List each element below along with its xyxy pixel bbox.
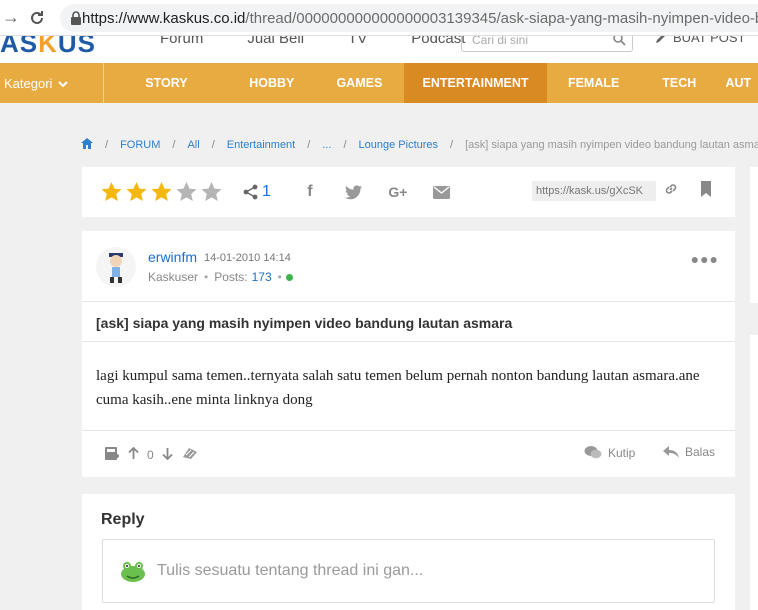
url-path: /thread/000000000000000003139345/ask-sia… xyxy=(245,9,758,27)
cendol-icon[interactable] xyxy=(181,446,199,463)
facebook-icon[interactable]: f xyxy=(301,183,319,201)
buat-post-button[interactable]: BUAT POST xyxy=(655,36,745,45)
star-filled-icon[interactable] xyxy=(100,181,123,203)
google-plus-icon[interactable]: G+ xyxy=(388,183,407,201)
share-count[interactable]: 1 xyxy=(243,183,271,201)
search-input[interactable]: Cari di sini xyxy=(461,36,633,52)
link-icon[interactable] xyxy=(664,182,678,201)
reload-icon[interactable] xyxy=(22,0,52,36)
bookmark-icon[interactable] xyxy=(700,181,712,202)
post-date: 14-01-2010 14:14 xyxy=(204,252,291,264)
frog-avatar-icon xyxy=(119,557,147,585)
nav-tv[interactable]: TV xyxy=(348,36,367,47)
category-hobby[interactable]: HOBBY xyxy=(228,63,315,103)
category-auto[interactable]: AUT xyxy=(719,63,758,103)
lock-icon xyxy=(70,11,82,25)
rating-stars[interactable] xyxy=(100,181,223,203)
post-body: lagi kumpul sama temen..ternyata salah s… xyxy=(96,368,700,408)
kategori-dropdown[interactable]: Kategori xyxy=(0,63,105,103)
share-icon xyxy=(243,184,258,200)
site-header: ASKUS Forum Jual Beli TV Podcast Cari di… xyxy=(0,36,758,63)
home-icon[interactable] xyxy=(81,138,93,152)
star-empty-icon[interactable] xyxy=(200,181,223,203)
breadcrumb-current: [ask] siapa yang masih nyimpen video ban… xyxy=(465,139,758,151)
short-url-field[interactable]: https://kask.us/gXcSK xyxy=(532,181,656,201)
vote-controls: 0 xyxy=(104,445,199,464)
thread-post: erwinfm 14-01-2010 14:14 Kaskuser • Post… xyxy=(82,231,735,477)
top-nav: Forum Jual Beli TV Podcast xyxy=(160,36,509,47)
thread-share-bar: 1 f G+ https://kask.us/gXcSK xyxy=(82,167,735,217)
chevron-down-icon xyxy=(58,76,69,91)
search-icon[interactable] xyxy=(613,36,626,49)
category-entertainment[interactable]: ENTERTAINMENT xyxy=(403,63,548,103)
category-games[interactable]: GAMES xyxy=(315,63,404,103)
breadcrumb-forum[interactable]: FORUM xyxy=(120,139,160,151)
twitter-icon[interactable] xyxy=(344,183,363,201)
upvote-icon[interactable] xyxy=(128,446,139,463)
online-status-icon xyxy=(285,273,293,281)
posts-count[interactable]: 173 xyxy=(252,270,272,284)
category-nav: Kategori STORY HOBBY GAMES ENTERTAINMENT… xyxy=(0,63,758,103)
breadcrumb-entertainment[interactable]: Entertainment xyxy=(227,139,295,151)
social-share: f G+ xyxy=(301,183,451,201)
gift-icon[interactable] xyxy=(104,445,120,464)
browser-toolbar: → https://www.kaskus.co.id/thread/000000… xyxy=(0,0,758,36)
breadcrumb: / FORUM / All / Entertainment / ... / Lo… xyxy=(81,137,758,153)
url-host: https://www.kaskus.co.id xyxy=(82,9,246,27)
downvote-icon[interactable] xyxy=(162,447,173,463)
star-filled-icon[interactable] xyxy=(150,181,173,203)
sidebar-card xyxy=(750,167,758,303)
divider xyxy=(82,301,735,302)
email-icon[interactable] xyxy=(433,183,451,201)
pencil-icon xyxy=(656,36,665,43)
kutip-button[interactable]: Kutip xyxy=(584,445,635,460)
breadcrumb-lounge-pictures[interactable]: Lounge Pictures xyxy=(359,139,439,151)
reply-input[interactable]: Tulis sesuatu tentang thread ini gan... xyxy=(102,539,715,603)
posts-label: Posts: xyxy=(214,270,248,284)
address-bar[interactable]: https://www.kaskus.co.id/thread/00000000… xyxy=(60,4,758,32)
vote-count: 0 xyxy=(147,447,154,462)
more-options-icon[interactable]: ●●● xyxy=(691,251,719,267)
sidebar-card xyxy=(750,335,758,610)
breadcrumb-all[interactable]: All xyxy=(187,139,199,151)
user-meta: Kaskuser • Posts: 173 • xyxy=(148,270,293,284)
category-tech[interactable]: TECH xyxy=(640,63,719,103)
category-female[interactable]: FEMALE xyxy=(547,63,640,103)
kaskus-logo[interactable]: ASKUS xyxy=(0,36,96,59)
nav-forum[interactable]: Forum xyxy=(160,36,203,47)
category-story[interactable]: STORY xyxy=(104,63,228,103)
nav-jual-beli[interactable]: Jual Beli xyxy=(247,36,304,47)
avatar[interactable] xyxy=(96,247,136,287)
reply-heading: Reply xyxy=(101,511,145,528)
quote-icon xyxy=(584,446,602,459)
balas-button[interactable]: Balas xyxy=(663,445,715,459)
star-empty-icon[interactable] xyxy=(175,181,198,203)
divider xyxy=(82,341,735,342)
breadcrumb-ellipsis[interactable]: ... xyxy=(322,139,331,151)
post-title: [ask] siapa yang masih nyimpen video ban… xyxy=(96,315,513,331)
user-role: Kaskuser xyxy=(148,270,199,284)
nav-podcast[interactable]: Podcast xyxy=(411,36,465,47)
star-filled-icon[interactable] xyxy=(125,181,148,203)
back-arrow-icon[interactable]: → xyxy=(0,0,22,36)
reply-section: Reply Tulis sesuatu tentang thread ini g… xyxy=(82,494,735,610)
post-username[interactable]: erwinfm xyxy=(148,249,197,265)
post-actions: 0 Kutip Balas xyxy=(82,431,735,477)
reply-placeholder: Tulis sesuatu tentang thread ini gan... xyxy=(157,562,424,579)
reply-icon xyxy=(663,445,679,458)
